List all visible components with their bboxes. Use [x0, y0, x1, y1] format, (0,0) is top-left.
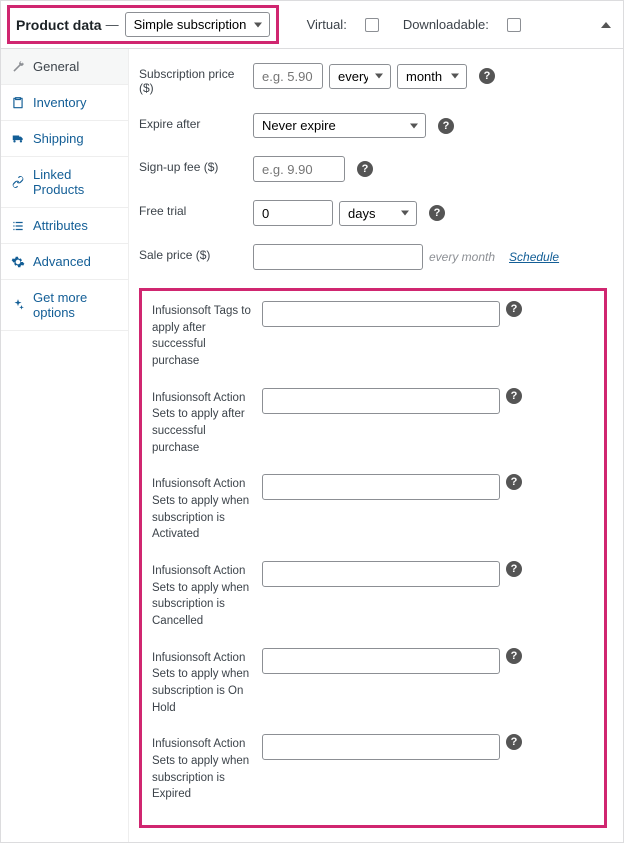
help-icon[interactable]: ?	[357, 161, 373, 177]
tab-linked-products[interactable]: Linked Products	[1, 157, 128, 208]
inf-actions-onhold-input[interactable]	[262, 648, 500, 674]
tab-label: Shipping	[33, 131, 84, 146]
label-sale-price: Sale price ($)	[139, 244, 253, 262]
row-inf-actions-expired: Infusionsoft Action Sets to apply when s…	[152, 734, 594, 803]
product-type-select[interactable]: Simple subscription	[125, 12, 270, 37]
label-inf-actions-onhold: Infusionsoft Action Sets to apply when s…	[152, 648, 262, 717]
subscription-price-input[interactable]	[253, 63, 323, 89]
label-inf-tags-purchase: Infusionsoft Tags to apply after success…	[152, 301, 262, 370]
sidebar: General Inventory Shipping Linked Produc…	[1, 49, 129, 842]
label-inf-actions-expired: Infusionsoft Action Sets to apply when s…	[152, 734, 262, 803]
wrench-icon	[11, 60, 25, 74]
tab-shipping[interactable]: Shipping	[1, 121, 128, 157]
label-inf-actions-purchase: Infusionsoft Action Sets to apply after …	[152, 388, 262, 457]
tab-general[interactable]: General	[1, 49, 128, 85]
help-icon[interactable]: ?	[506, 734, 522, 750]
gear-icon	[11, 255, 25, 269]
separator: —	[106, 17, 119, 32]
row-expire-after: Expire after Never expire ?	[139, 113, 607, 138]
label-inf-actions-activated: Infusionsoft Action Sets to apply when s…	[152, 474, 262, 543]
help-icon[interactable]: ?	[506, 388, 522, 404]
tab-label: Get more options	[33, 290, 118, 320]
tab-advanced[interactable]: Advanced	[1, 244, 128, 280]
label-inf-actions-cancelled: Infusionsoft Action Sets to apply when s…	[152, 561, 262, 630]
schedule-link[interactable]: Schedule	[509, 250, 559, 264]
frequency-select[interactable]: every	[329, 64, 391, 89]
product-type-wrap: Simple subscription	[125, 12, 270, 37]
virtual-label: Virtual:	[307, 17, 347, 32]
downloadable-label: Downloadable:	[403, 17, 489, 32]
product-type-highlight: Product data — Simple subscription	[7, 5, 279, 44]
tab-attributes[interactable]: Attributes	[1, 208, 128, 244]
signup-fee-input[interactable]	[253, 156, 345, 182]
product-data-panel: Product data — Simple subscription Virtu…	[0, 0, 624, 843]
free-trial-input[interactable]	[253, 200, 333, 226]
trial-unit-select[interactable]: days	[339, 201, 417, 226]
tab-label: Inventory	[33, 95, 86, 110]
row-signup-fee: Sign-up fee ($) ?	[139, 156, 607, 182]
row-inf-actions-cancelled: Infusionsoft Action Sets to apply when s…	[152, 561, 594, 630]
collapse-icon[interactable]	[601, 22, 611, 28]
inf-actions-activated-input[interactable]	[262, 474, 500, 500]
row-inf-actions-onhold: Infusionsoft Action Sets to apply when s…	[152, 648, 594, 717]
link-icon	[11, 175, 25, 189]
panel-title: Product data	[16, 17, 102, 33]
help-icon[interactable]: ?	[506, 648, 522, 664]
tab-inventory[interactable]: Inventory	[1, 85, 128, 121]
panel-body: General Inventory Shipping Linked Produc…	[1, 49, 623, 842]
content-area: Subscription price ($) every month ? Exp…	[129, 49, 623, 842]
inf-tags-purchase-input[interactable]	[262, 301, 500, 327]
row-free-trial: Free trial days ?	[139, 200, 607, 226]
tab-label: Linked Products	[33, 167, 118, 197]
inf-actions-purchase-input[interactable]	[262, 388, 500, 414]
truck-icon	[11, 132, 25, 146]
period-select[interactable]: month	[397, 64, 467, 89]
expire-select[interactable]: Never expire	[253, 113, 426, 138]
tab-get-more[interactable]: Get more options	[1, 280, 128, 331]
label-free-trial: Free trial	[139, 200, 253, 218]
inf-actions-expired-input[interactable]	[262, 734, 500, 760]
label-signup-fee: Sign-up fee ($)	[139, 156, 253, 174]
tab-label: Attributes	[33, 218, 88, 233]
infusionsoft-highlight: Infusionsoft Tags to apply after success…	[139, 288, 607, 828]
sale-price-input[interactable]	[253, 244, 423, 270]
sparkle-icon	[11, 298, 25, 312]
row-sale-price: Sale price ($) every month Schedule	[139, 244, 607, 270]
tab-label: General	[33, 59, 79, 74]
virtual-checkbox[interactable]	[365, 18, 379, 32]
row-inf-actions-purchase: Infusionsoft Action Sets to apply after …	[152, 388, 594, 457]
row-inf-actions-activated: Infusionsoft Action Sets to apply when s…	[152, 474, 594, 543]
help-icon[interactable]: ?	[506, 474, 522, 490]
help-icon[interactable]: ?	[429, 205, 445, 221]
sale-price-suffix: every month	[429, 250, 495, 264]
label-subscription-price: Subscription price ($)	[139, 63, 253, 95]
row-subscription-price: Subscription price ($) every month ?	[139, 63, 607, 95]
row-inf-tags-purchase: Infusionsoft Tags to apply after success…	[152, 301, 594, 370]
help-icon[interactable]: ?	[438, 118, 454, 134]
downloadable-checkbox[interactable]	[507, 18, 521, 32]
panel-header: Product data — Simple subscription Virtu…	[1, 1, 623, 49]
tab-label: Advanced	[33, 254, 91, 269]
help-icon[interactable]: ?	[506, 301, 522, 317]
header-checkboxes: Virtual: Downloadable:	[307, 17, 521, 32]
inf-actions-cancelled-input[interactable]	[262, 561, 500, 587]
help-icon[interactable]: ?	[506, 561, 522, 577]
clipboard-icon	[11, 96, 25, 110]
label-expire-after: Expire after	[139, 113, 253, 131]
help-icon[interactable]: ?	[479, 68, 495, 84]
list-icon	[11, 219, 25, 233]
